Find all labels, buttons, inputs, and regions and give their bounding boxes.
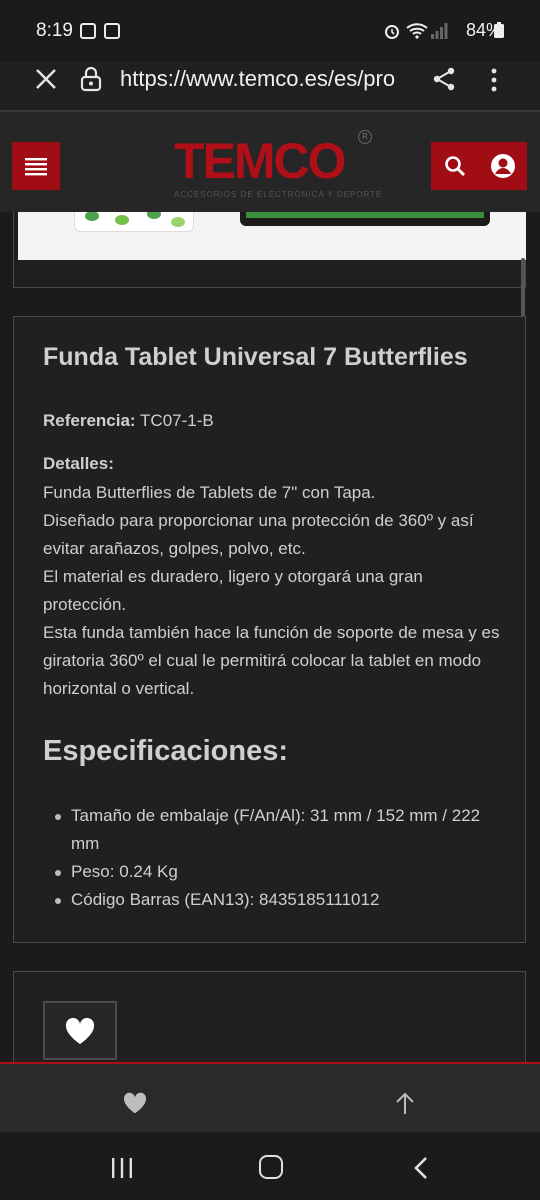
browser-toolbar: https://www.temco.es/es/pro	[0, 62, 540, 112]
url-field[interactable]: https://www.temco.es/es/pro	[120, 66, 410, 92]
home-icon[interactable]	[259, 1155, 283, 1179]
details-line: Diseñado para proporcionar una protecció…	[43, 511, 474, 558]
site-header: TEMCO ACCESORIOS DE ELECTRÓNICA Y DEPORT…	[0, 112, 540, 212]
logo-text: TEMCO	[174, 133, 347, 189]
site-logo[interactable]: TEMCO ACCESORIOS DE ELECTRÓNICA Y DEPORT…	[160, 126, 383, 202]
share-icon[interactable]	[432, 66, 456, 92]
more-icon[interactable]	[484, 66, 504, 94]
specifications-title: Especificaciones:	[43, 735, 288, 767]
reference-value: TC07-1-B	[140, 411, 214, 430]
close-icon[interactable]	[34, 67, 58, 91]
menu-button[interactable]	[12, 142, 60, 190]
battery-icon	[494, 22, 504, 38]
product-image-card	[13, 212, 526, 288]
search-button[interactable]	[431, 142, 479, 190]
spec-item: Código Barras (EAN13): 8435185111012	[43, 886, 503, 914]
details-label: Detalles:	[43, 454, 114, 473]
back-icon[interactable]	[412, 1156, 430, 1180]
system-navigation-bar	[0, 1132, 540, 1200]
details-line: Funda Butterflies de Tablets de 7" con T…	[43, 483, 376, 502]
reference-line: Referencia: TC07-1-B	[43, 411, 214, 431]
search-icon	[445, 156, 466, 177]
spec-item: Tamaño de embalaje (F/An/Al): 31 mm / 15…	[43, 802, 503, 858]
tablet-image	[240, 212, 490, 226]
arrow-up-icon[interactable]	[394, 1092, 416, 1116]
registered-mark-icon: R	[358, 130, 372, 144]
reference-label: Referencia:	[43, 411, 136, 430]
signal-icon	[431, 23, 448, 39]
image-notification-icon	[104, 23, 120, 39]
user-icon	[491, 154, 515, 178]
details-line: El material es duradero, ligero y otorga…	[43, 567, 423, 614]
butterfly-case-image	[74, 212, 194, 232]
wishlist-card	[13, 971, 526, 1071]
alarm-icon	[385, 25, 399, 39]
logo-tagline: ACCESORIOS DE ELECTRÓNICA Y DEPORTE	[174, 190, 383, 199]
lock-icon[interactable]	[80, 66, 102, 92]
product-image[interactable]	[18, 212, 526, 260]
recent-apps-icon[interactable]	[110, 1157, 134, 1179]
details-line: Esta funda también hace la función de so…	[43, 623, 500, 698]
add-to-wishlist-button[interactable]	[43, 1001, 117, 1060]
product-details-card: Funda Tablet Universal 7 Butterflies Ref…	[13, 316, 526, 943]
user-account-button[interactable]	[479, 142, 527, 190]
bottom-action-bar	[0, 1062, 540, 1132]
spec-item: Peso: 0.24 Kg	[43, 858, 503, 886]
status-bar: 8:19 84%	[0, 0, 540, 62]
menu-icon	[25, 158, 47, 176]
specifications-list: Tamaño de embalaje (F/An/Al): 31 mm / 15…	[43, 802, 503, 914]
details-text: Funda Butterflies de Tablets de 7" con T…	[43, 479, 503, 703]
status-time: 8:19	[36, 20, 73, 41]
product-title: Funda Tablet Universal 7 Butterflies	[43, 343, 468, 371]
heart-icon	[65, 1017, 95, 1044]
wifi-icon	[406, 23, 428, 39]
checkbox-notification-icon	[80, 23, 96, 39]
heart-icon[interactable]	[122, 1092, 148, 1114]
